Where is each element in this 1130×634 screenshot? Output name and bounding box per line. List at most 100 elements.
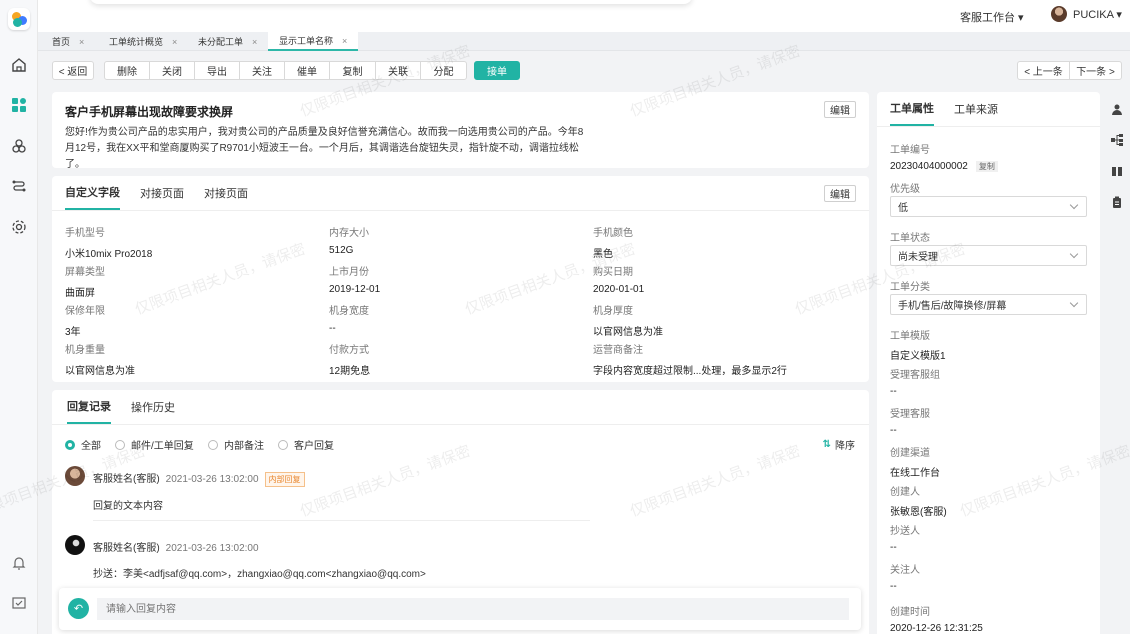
- reply-cc: 抄送：李美<adfjsaf@qq.com>，zhangxiao@qq.com<z…: [93, 569, 426, 580]
- custom-fields-card: 自定义字段 对接页面 对接页面 编辑 手机型号 小米10mix Pro2018 内…: [52, 176, 869, 382]
- link-button[interactable]: 关联: [375, 61, 421, 80]
- reply-icon[interactable]: ↶: [68, 598, 89, 619]
- copy-ticket-number-button[interactable]: 复制: [975, 161, 998, 172]
- filter-label: 邮件/工单回复: [131, 441, 194, 452]
- edit-ticket-button[interactable]: 编辑: [824, 101, 856, 118]
- next-button[interactable]: 下一条 >: [1069, 61, 1122, 80]
- export-button[interactable]: 导出: [194, 61, 240, 80]
- tab-integration-2[interactable]: 对接页面: [204, 176, 248, 210]
- filter-internal[interactable]: 内部备注: [208, 437, 264, 452]
- tab-integration-1[interactable]: 对接页面: [140, 176, 184, 210]
- apps-icon[interactable]: [10, 96, 28, 114]
- close-icon[interactable]: ×: [79, 37, 84, 47]
- divider: [52, 210, 869, 211]
- priority-select[interactable]: 低: [890, 196, 1087, 217]
- reply-author: 客服姓名(客服): [93, 543, 160, 554]
- field-label: 机身重量: [65, 345, 105, 356]
- reply-input[interactable]: [97, 598, 849, 620]
- book-icon[interactable]: [1111, 165, 1123, 177]
- delete-button[interactable]: 删除: [104, 61, 150, 80]
- field-value: 3年: [65, 327, 81, 338]
- agent-group-field: 受理客服组 --: [890, 366, 940, 397]
- reply-time: 2021-03-26 13:02:00: [165, 543, 259, 554]
- filter-all[interactable]: 全部: [65, 437, 101, 452]
- tab-ticket-attributes[interactable]: 工单属性: [890, 92, 934, 126]
- field-label: 运营商备注: [593, 345, 643, 356]
- status-select[interactable]: 尚未受理: [890, 245, 1087, 266]
- field-value: --: [890, 425, 897, 436]
- field-label: 工单状态: [890, 233, 930, 244]
- tab-ticket-source[interactable]: 工单来源: [954, 92, 998, 126]
- side-tabs: 工单属性 工单来源: [890, 92, 1018, 126]
- reply-author: 客服姓名(客服): [93, 474, 160, 485]
- close-icon[interactable]: ×: [252, 37, 257, 47]
- tab-label: 显示工单名称: [279, 36, 334, 46]
- field-purchase-date: 购买日期 2020-01-01: [593, 263, 644, 295]
- top-bar: 客服工作台 ▾ PUCIKA ▾: [38, 0, 1130, 32]
- field-label: 手机颜色: [593, 228, 633, 239]
- tab-home[interactable]: 首页 ×: [52, 32, 84, 51]
- close-ticket-button[interactable]: 关闭: [149, 61, 195, 80]
- tab-ticket[interactable]: 显示工单名称 ×: [268, 32, 359, 51]
- field-label: 机身宽度: [329, 306, 369, 317]
- ticket-description: 您好!作为贵公司产品的忠实用户，我对贵公司的产品质量及良好信誉充满信心。故而我一…: [65, 127, 584, 170]
- page-tabs: 首页 × 工单统计概览 × 未分配工单 × 显示工单名称 ×: [38, 32, 1130, 51]
- tab-unassigned[interactable]: 未分配工单 ×: [198, 32, 257, 51]
- ticket-card: 客户手机屏幕出现故障要求换屏 编辑 您好!作为贵公司产品的忠实用户，我对贵公司的…: [52, 92, 869, 170]
- workflow-icon[interactable]: [10, 178, 28, 196]
- tab-reply-records[interactable]: 回复记录: [67, 390, 111, 424]
- settings-icon[interactable]: [10, 218, 28, 236]
- field-payment: 付款方式 12期免息: [329, 341, 370, 377]
- channel-field: 创建渠道 在线工作台: [890, 444, 940, 479]
- select-value: 低: [898, 203, 908, 214]
- app-logo[interactable]: [8, 8, 30, 30]
- user-menu[interactable]: PUCIKA ▾: [1051, 6, 1122, 22]
- home-icon[interactable]: [10, 56, 28, 74]
- ticket-number: 20230404000002: [890, 161, 968, 172]
- tab-history[interactable]: 操作历史: [131, 390, 175, 424]
- inbox-icon[interactable]: [10, 594, 28, 612]
- field-value: --: [890, 386, 897, 397]
- hierarchy-icon[interactable]: [1111, 134, 1123, 146]
- customer-icon[interactable]: [10, 137, 28, 155]
- chevron-down-icon: [1069, 249, 1079, 259]
- bell-icon[interactable]: [10, 554, 28, 572]
- field-value: 曲面屏: [65, 288, 95, 299]
- field-label: 保修年限: [65, 306, 105, 317]
- tab-stats[interactable]: 工单统计概览 ×: [109, 32, 177, 51]
- reply-time: 2021-03-26 13:02:00: [165, 474, 259, 485]
- chevron-down-icon: [1069, 298, 1079, 308]
- workspace-switcher[interactable]: 客服工作台 ▾: [960, 9, 1024, 25]
- urge-button[interactable]: 催单: [284, 61, 330, 80]
- category-select[interactable]: 手机/售后/故障换修/屏幕: [890, 294, 1087, 315]
- field-value: 12期免息: [329, 366, 371, 377]
- tab-label: 工单统计概览: [109, 37, 164, 47]
- prev-button[interactable]: < 上一条: [1017, 61, 1070, 80]
- sort-toggle[interactable]: ⇅ 降序: [823, 437, 855, 452]
- follow-button[interactable]: 关注: [239, 61, 285, 80]
- copy-button[interactable]: 复制: [329, 61, 376, 80]
- field-value: 黑色: [593, 249, 613, 260]
- filter-label: 客户回复: [294, 441, 334, 452]
- field-value: 2020-12-26 12:31:25: [890, 623, 983, 634]
- field-value: --: [329, 323, 336, 334]
- field-weight: 机身重量 以官网信息为准: [65, 341, 135, 377]
- field-width: 机身宽度 --: [329, 302, 369, 334]
- close-icon[interactable]: ×: [172, 37, 177, 47]
- field-label: 抄送人: [890, 526, 920, 537]
- back-button[interactable]: < 返回: [52, 61, 94, 80]
- tab-custom-fields[interactable]: 自定义字段: [65, 176, 120, 210]
- field-carrier-note: 运营商备注 字段内容宽度超过限制...处理，最多显示2行: [593, 341, 787, 377]
- assign-button[interactable]: 分配: [420, 61, 467, 80]
- person-icon[interactable]: [1111, 103, 1123, 115]
- clipboard-icon[interactable]: [1111, 196, 1123, 208]
- close-icon[interactable]: ×: [342, 36, 347, 46]
- radio-icon: [65, 439, 75, 450]
- divider: [877, 126, 1100, 127]
- accept-button[interactable]: 接单: [474, 61, 520, 80]
- filter-email[interactable]: 邮件/工单回复: [115, 437, 194, 452]
- filter-customer[interactable]: 客户回复: [278, 437, 334, 452]
- edit-fields-button[interactable]: 编辑: [824, 185, 856, 202]
- field-label: 内存大小: [329, 228, 369, 239]
- field-label: 优先级: [890, 184, 920, 195]
